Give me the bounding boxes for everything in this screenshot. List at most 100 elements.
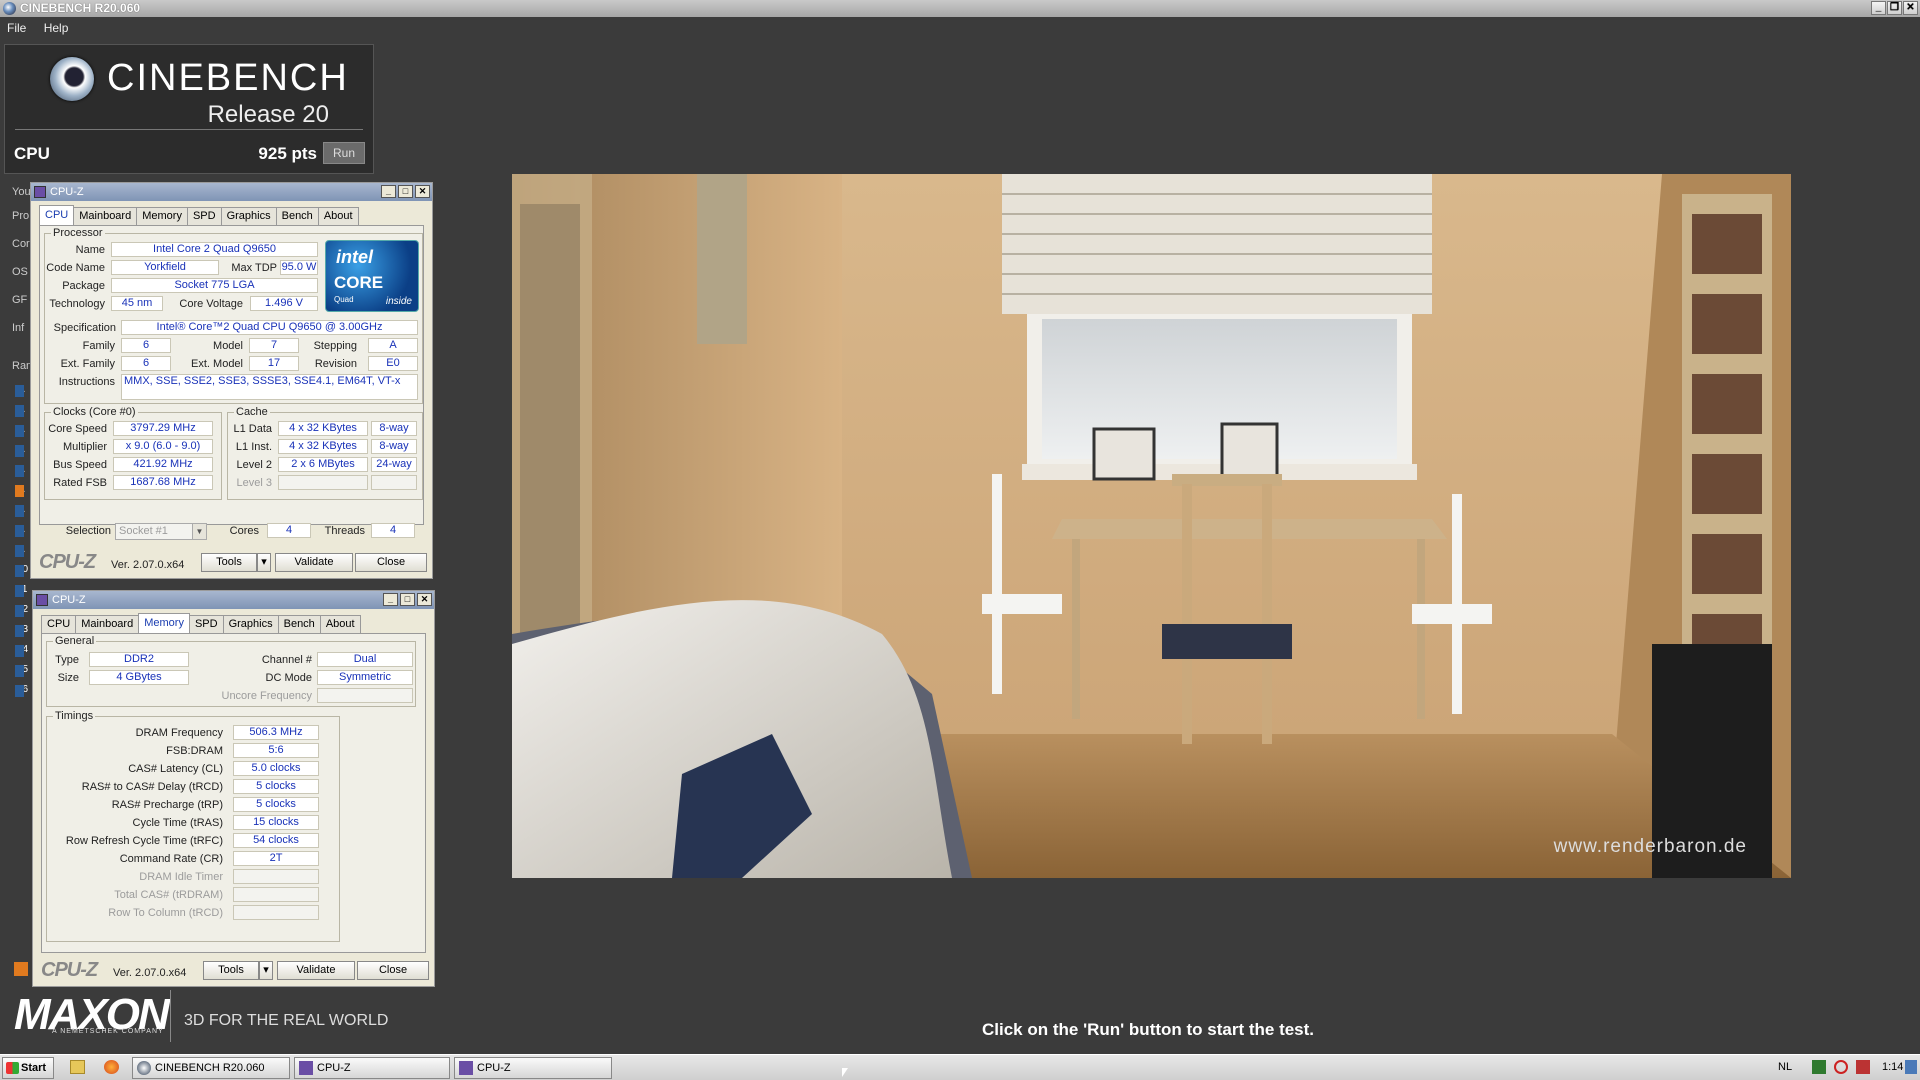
field-label: Total CAS# (tRDRAM)	[114, 889, 223, 901]
l1-inst-size: 4 x 32 KBytes	[278, 439, 368, 454]
task-cpuz-1[interactable]: CPU-Z	[294, 1057, 450, 1079]
tab-mainboard[interactable]: Mainboard	[75, 615, 140, 633]
cpuz-icon	[459, 1061, 473, 1075]
info-label: Cor	[12, 238, 30, 250]
cpuz-titlebar: CPU-Z _ □ ✕	[31, 183, 432, 201]
menu-help[interactable]: Help	[37, 17, 76, 39]
network-icon[interactable]	[1812, 1060, 1826, 1074]
cpuz-memory-panel: General Type DDR2 Size 4 GBytes Channel …	[41, 633, 426, 953]
window-controls: _ ❐ ✕	[1871, 1, 1918, 15]
specification-value: Intel® Core™2 Quad CPU Q9650 @ 3.00GHz	[121, 320, 418, 335]
tab-memory[interactable]: Memory	[138, 613, 190, 633]
volume-icon[interactable]	[1856, 1060, 1870, 1074]
ranking-item[interactable]: 9.	[8, 542, 28, 558]
close-button[interactable]: ✕	[1903, 1, 1918, 15]
l1-data-assoc: 8-way	[371, 421, 417, 436]
tab-spd[interactable]: SPD	[186, 207, 222, 225]
close-button[interactable]: Close	[355, 553, 427, 572]
close-button[interactable]: ✕	[417, 593, 432, 606]
close-button[interactable]: Close	[357, 961, 429, 980]
ranking-item[interactable]: 5.	[8, 462, 28, 478]
ranking-item[interactable]: 6.	[8, 482, 28, 498]
ranking-item[interactable]: 14	[8, 642, 28, 658]
run-button[interactable]: Run	[323, 142, 365, 164]
field-label: Size	[57, 672, 79, 684]
close-button[interactable]: ✕	[415, 185, 430, 198]
tab-memory[interactable]: Memory	[136, 207, 188, 225]
channel-value: Dual	[317, 652, 413, 667]
divider	[170, 990, 171, 1042]
maximize-button[interactable]: □	[400, 593, 415, 606]
tab-bench[interactable]: Bench	[275, 207, 319, 225]
ranking-item[interactable]: 10	[8, 562, 28, 578]
ranking-item[interactable]: 12	[8, 602, 28, 618]
task-cinebench[interactable]: CINEBENCH R20.060	[132, 1057, 290, 1079]
ranking-item[interactable]: 4.	[8, 442, 28, 458]
window-titlebar: CINEBENCH R20.060 _ ❐ ✕	[0, 0, 1920, 17]
tools-dropdown-arrow[interactable]: ▾	[257, 553, 271, 572]
field-label: Level 3	[236, 477, 272, 489]
info-label: Inf	[12, 322, 25, 334]
tab-cpu[interactable]: CPU	[41, 615, 77, 633]
folder-icon[interactable]	[70, 1060, 85, 1074]
rated-fsb-value: 1687.68 MHz	[113, 475, 213, 490]
field-label: Max TDP	[231, 262, 277, 274]
clock[interactable]: 1:14	[1882, 1061, 1903, 1073]
tab-about[interactable]: About	[319, 615, 361, 633]
tab-cpu[interactable]: CPU	[39, 205, 75, 225]
ranking-item[interactable]: 7.	[8, 502, 28, 518]
tab-spd[interactable]: SPD	[188, 615, 224, 633]
minimize-button[interactable]: _	[1871, 1, 1886, 15]
tab-graphics[interactable]: Graphics	[220, 207, 277, 225]
tools-button[interactable]: Tools	[201, 553, 257, 572]
ranking-item[interactable]: 8.	[8, 522, 28, 538]
firefox-icon[interactable]	[104, 1060, 119, 1074]
field-label: Core Speed	[48, 423, 107, 435]
tab-mainboard[interactable]: Mainboard	[73, 207, 138, 225]
tools-button[interactable]: Tools	[203, 961, 259, 980]
cpu-name-value: Intel Core 2 Quad Q9650	[111, 242, 318, 257]
ranking-item[interactable]: 16	[8, 682, 28, 698]
ranking-item[interactable]: 13	[8, 622, 28, 638]
field-label: Uncore Frequency	[221, 690, 313, 702]
task-cpuz-2[interactable]: CPU-Z	[454, 1057, 612, 1079]
tras-value: 15 clocks	[233, 815, 319, 830]
show-desktop-icon[interactable]	[1905, 1060, 1917, 1074]
render-scene-image	[512, 174, 1791, 878]
maxon-sub: A NEMETSCHEK COMPANY	[52, 1028, 164, 1035]
menu-file[interactable]: File	[0, 17, 33, 39]
minimize-button[interactable]: _	[381, 185, 396, 198]
tab-bench[interactable]: Bench	[277, 615, 321, 633]
intel-core2-quad-logo: intel CORE Quad inside	[325, 240, 419, 312]
tools-dropdown-arrow[interactable]: ▾	[259, 961, 273, 980]
level2-size: 2 x 6 MBytes	[278, 457, 368, 472]
status-message: Click on the 'Run' button to start the t…	[982, 1020, 1315, 1039]
start-button[interactable]: Start	[2, 1057, 54, 1079]
ranking-item[interactable]: 1.	[8, 382, 28, 398]
security-icon[interactable]	[1834, 1060, 1848, 1074]
stepping-value: A	[368, 338, 418, 353]
technology-value: 45 nm	[111, 296, 163, 311]
restore-button[interactable]: ❐	[1887, 1, 1902, 15]
minimize-button[interactable]: _	[383, 593, 398, 606]
ranking-item[interactable]: 15	[8, 662, 28, 678]
level3-size	[278, 475, 368, 490]
tab-about[interactable]: About	[317, 207, 359, 225]
cpuz-cpu-panel: Processor Name Intel Core 2 Quad Q9650 C…	[39, 225, 424, 525]
language-indicator[interactable]: NL	[1778, 1061, 1792, 1073]
field-label: Rated FSB	[53, 477, 107, 489]
cpuz-icon	[299, 1061, 313, 1075]
core-speed-value: 3797.29 MHz	[113, 421, 213, 436]
field-label: Instructions	[58, 376, 115, 388]
field-label: Family	[82, 340, 115, 352]
ranking-item[interactable]: 11	[8, 582, 28, 598]
socket-select[interactable]: Socket #1 ▼	[115, 523, 207, 540]
maximize-button[interactable]: □	[398, 185, 413, 198]
validate-button[interactable]: Validate	[275, 553, 353, 572]
tab-graphics[interactable]: Graphics	[222, 615, 279, 633]
info-label: OS	[12, 266, 28, 278]
validate-button[interactable]: Validate	[277, 961, 355, 980]
window-title: CINEBENCH R20.060	[20, 1, 141, 15]
ranking-item[interactable]: 3.	[8, 422, 28, 438]
ranking-item[interactable]: 2.	[8, 402, 28, 418]
